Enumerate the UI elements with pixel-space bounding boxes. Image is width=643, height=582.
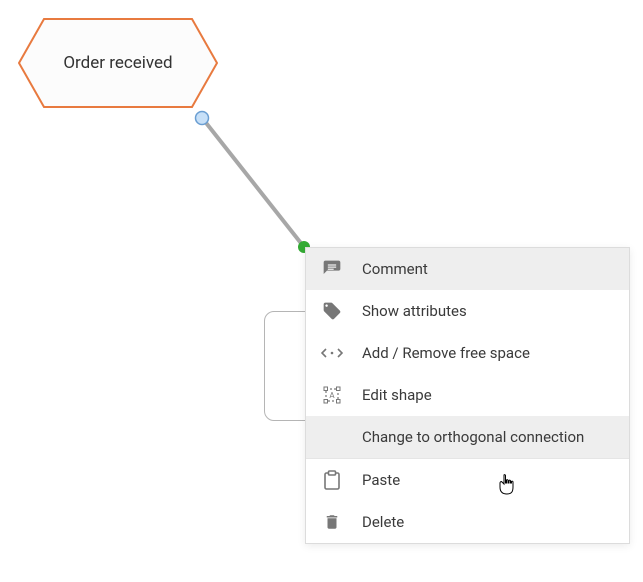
menu-item-label: Paste (362, 471, 615, 489)
menu-item-label: Delete (362, 513, 615, 531)
menu-item-comment[interactable]: Comment (306, 248, 629, 290)
connector-line[interactable] (203, 119, 304, 247)
event-node[interactable]: Order received (18, 18, 218, 108)
paste-icon (320, 468, 344, 492)
trash-icon (320, 510, 344, 534)
menu-item-edit-shape[interactable]: A Edit shape (306, 374, 629, 416)
svg-text:A: A (329, 391, 335, 400)
menu-item-delete[interactable]: Delete (306, 501, 629, 543)
menu-item-label: Change to orthogonal connection (362, 428, 615, 446)
connector-endpoint[interactable] (196, 112, 209, 125)
canvas[interactable]: Order received Comment Show attributes A… (0, 0, 643, 582)
menu-item-show-attributes[interactable]: Show attributes (306, 290, 629, 332)
menu-item-free-space[interactable]: Add / Remove free space (306, 332, 629, 374)
context-menu: Comment Show attributes Add / Remove fre… (305, 247, 630, 544)
edit-shape-icon: A (320, 383, 344, 407)
menu-item-label: Add / Remove free space (362, 344, 615, 362)
blank-icon (320, 425, 344, 449)
menu-item-label: Edit shape (362, 386, 615, 404)
menu-item-paste[interactable]: Paste (306, 459, 629, 501)
menu-item-orthogonal-connection[interactable]: Change to orthogonal connection (306, 416, 629, 458)
event-node-label: Order received (18, 18, 218, 108)
menu-item-label: Show attributes (362, 302, 615, 320)
expand-horizontal-icon (320, 341, 344, 365)
menu-item-label: Comment (362, 260, 615, 278)
tag-icon (320, 299, 344, 323)
comment-icon (320, 257, 344, 281)
